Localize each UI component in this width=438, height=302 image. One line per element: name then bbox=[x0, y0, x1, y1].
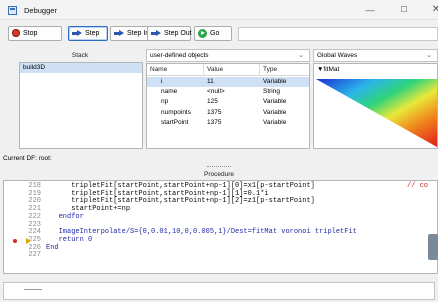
table-row[interactable]: name <null> String bbox=[147, 87, 309, 97]
stop-button[interactable]: Stop bbox=[8, 26, 62, 41]
code-line[interactable]: 226 End bbox=[4, 243, 437, 253]
stop-label: Stop bbox=[23, 30, 38, 37]
maximize-button[interactable]: ☐ bbox=[392, 3, 416, 17]
cell-type: Variable bbox=[263, 108, 287, 116]
variables-scope-value: user-defined objects bbox=[150, 52, 209, 59]
table-row[interactable]: i 11 Variable bbox=[147, 77, 309, 87]
column-divider[interactable] bbox=[259, 64, 260, 76]
cell-name: startPoint bbox=[161, 118, 189, 126]
stack-header: Stack bbox=[71, 52, 89, 59]
step-in-label: Step In bbox=[127, 30, 150, 37]
current-df-label: Current DF: bbox=[3, 155, 37, 162]
title-bar: Debugger — ☐ ✕ bbox=[0, 0, 438, 20]
cell-value: 1375 bbox=[207, 118, 222, 126]
stack-list[interactable]: build3D bbox=[19, 62, 143, 149]
window-title: Debugger bbox=[24, 6, 57, 15]
cell-name: name bbox=[161, 88, 178, 96]
code-text: ImageInterpolate/S={0,0.01,10,0,0.005,1}… bbox=[46, 228, 357, 237]
cell-value: 11 bbox=[207, 78, 214, 85]
cell-name: i bbox=[161, 78, 163, 85]
code-line[interactable]: 227 bbox=[4, 251, 437, 260]
waves-panel[interactable]: ▼fitMat bbox=[313, 63, 438, 149]
expression-field[interactable] bbox=[238, 27, 438, 41]
current-datafolder: Current DF: root: bbox=[3, 155, 52, 162]
chevron-down-icon: ⌄ bbox=[426, 52, 432, 59]
code-text: End bbox=[46, 243, 59, 252]
side-panel-tab[interactable] bbox=[428, 234, 438, 260]
line-number: 227 bbox=[28, 251, 41, 260]
go-button[interactable]: Go bbox=[194, 26, 232, 41]
cell-type: Variable bbox=[263, 98, 287, 106]
cell-name: numpoints bbox=[161, 108, 191, 116]
stack-item[interactable]: build3D bbox=[20, 63, 142, 73]
cell-name: np bbox=[161, 98, 169, 106]
code-text: endfor bbox=[46, 212, 84, 221]
cell-value: 1375 bbox=[207, 108, 222, 116]
step-label: Step bbox=[85, 30, 100, 37]
debugger-app-icon bbox=[8, 6, 17, 15]
cell-value: <null> bbox=[207, 88, 225, 96]
step-button[interactable]: Step bbox=[68, 26, 108, 41]
variables-header-row: ⌃ Name Value Type bbox=[147, 63, 309, 76]
step-arrow-icon bbox=[72, 29, 82, 37]
debugger-toolbar: Stop Step Step In Step Out Go bbox=[0, 24, 438, 44]
status-bar bbox=[0, 280, 438, 302]
column-divider[interactable] bbox=[203, 64, 204, 76]
step-out-button[interactable]: Step Out bbox=[147, 26, 192, 41]
waves-scope-select[interactable]: Global Waves ⌄ bbox=[313, 49, 438, 62]
sort-caret-icon: ⌃ bbox=[173, 63, 179, 69]
cell-type: Variable bbox=[263, 118, 287, 126]
procedure-code-view[interactable]: 218 tripletFit[startPoint,startPoint+np-… bbox=[3, 180, 438, 274]
breakpoint-icon[interactable] bbox=[13, 238, 17, 243]
table-row[interactable]: numpoints 1375 Variable bbox=[147, 108, 309, 118]
step-in-button[interactable]: Step In bbox=[110, 26, 152, 41]
status-divider bbox=[24, 289, 42, 290]
column-header-value[interactable]: Value bbox=[207, 66, 223, 73]
cell-type: String bbox=[263, 88, 280, 96]
go-label: Go bbox=[210, 30, 220, 37]
close-button[interactable]: ✕ bbox=[424, 3, 438, 17]
step-in-icon bbox=[114, 29, 124, 37]
splitter-grip[interactable] bbox=[207, 166, 231, 167]
column-header-type[interactable]: Type bbox=[263, 66, 277, 73]
cell-value: 125 bbox=[207, 98, 218, 106]
minimize-button[interactable]: — bbox=[358, 3, 382, 17]
status-field bbox=[3, 282, 435, 300]
procedure-header: Procedure bbox=[204, 171, 234, 178]
variables-scope-select[interactable]: user-defined objects ⌄ bbox=[146, 49, 310, 62]
column-header-name[interactable]: Name bbox=[150, 66, 167, 73]
code-line[interactable]: 225 return 0 bbox=[4, 236, 437, 245]
current-df-value: root: bbox=[38, 155, 52, 162]
stop-icon bbox=[12, 29, 20, 38]
go-play-icon bbox=[198, 28, 207, 38]
wave-image-preview bbox=[316, 77, 437, 147]
step-out-label: Step Out bbox=[164, 30, 192, 37]
code-line[interactable]: 222 endfor bbox=[4, 212, 437, 222]
wave-item[interactable]: ▼fitMat bbox=[317, 66, 339, 73]
code-comment: // co bbox=[407, 182, 429, 190]
table-row[interactable]: startPoint 1375 Variable bbox=[147, 118, 309, 128]
variables-table[interactable]: ⌃ Name Value Type i 11 Variable name <null> S… bbox=[146, 63, 310, 149]
step-out-icon bbox=[151, 29, 161, 37]
waves-scope-value: Global Waves bbox=[317, 52, 358, 59]
chevron-down-icon: ⌄ bbox=[298, 52, 304, 59]
cell-type: Variable bbox=[263, 78, 287, 85]
table-row[interactable]: np 125 Variable bbox=[147, 97, 309, 107]
